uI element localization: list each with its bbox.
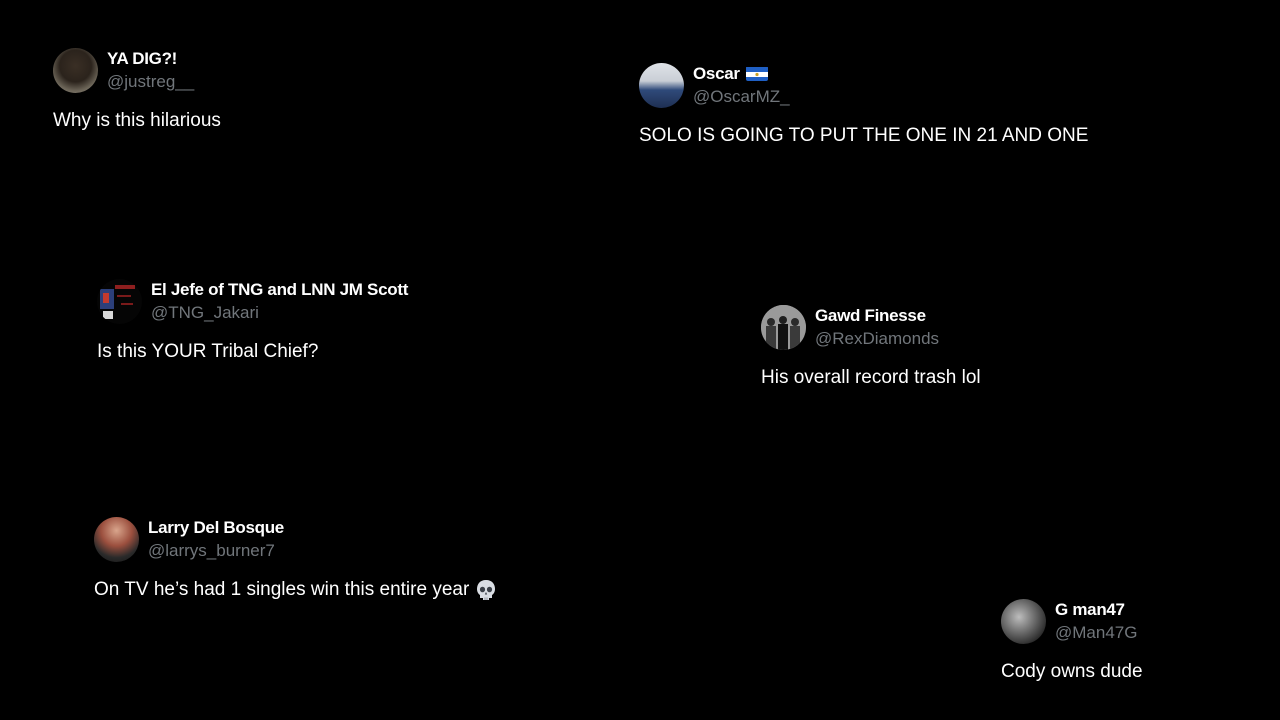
tweet-text-content: His overall record trash lol xyxy=(761,367,981,388)
user-names: YA DIG?! @justreg__ xyxy=(107,47,194,93)
tweet-text-content: SOLO IS GOING TO PUT THE ONE IN 21 AND O… xyxy=(639,125,1089,146)
tweet-card[interactable]: Larry Del Bosque @larrys_burner7 On TV h… xyxy=(94,516,497,601)
tweet-card[interactable]: Oscar @OscarMZ_ SOLO IS GOING TO PUT THE… xyxy=(639,62,1088,147)
user-handle[interactable]: @RexDiamonds xyxy=(815,327,939,350)
user-handle[interactable]: @Man47G xyxy=(1055,621,1137,644)
display-name-row: El Jefe of TNG and LNN JM Scott xyxy=(151,278,408,301)
tweet-text: Cody owns dude xyxy=(1001,661,1143,683)
display-name[interactable]: G man47 xyxy=(1055,598,1125,621)
user-avatar[interactable] xyxy=(761,304,806,350)
tweet-header: Larry Del Bosque @larrys_burner7 xyxy=(94,516,497,562)
user-names: Oscar @OscarMZ_ xyxy=(693,62,790,108)
display-name[interactable]: Larry Del Bosque xyxy=(148,516,284,539)
user-handle[interactable]: @OscarMZ_ xyxy=(693,85,790,108)
tweet-card[interactable]: El Jefe of TNG and LNN JM Scott @TNG_Jak… xyxy=(97,278,408,363)
tweet-card[interactable]: G man47 @Man47G Cody owns dude xyxy=(1001,598,1143,683)
tweet-card[interactable]: Gawd Finesse @RexDiamonds His overall re… xyxy=(761,304,981,389)
tweet-text: His overall record trash lol xyxy=(761,367,981,389)
display-name-row: Larry Del Bosque xyxy=(148,516,284,539)
tweet-header: Oscar @OscarMZ_ xyxy=(639,62,1088,108)
display-name-row: Gawd Finesse xyxy=(815,304,939,327)
user-names: G man47 @Man47G xyxy=(1055,598,1137,644)
tweet-card[interactable]: YA DIG?! @justreg__ Why is this hilariou… xyxy=(53,47,221,132)
skull-emoji-icon xyxy=(475,579,497,601)
tweet-text: SOLO IS GOING TO PUT THE ONE IN 21 AND O… xyxy=(639,125,1088,147)
tweet-text-content: Is this YOUR Tribal Chief? xyxy=(97,341,319,362)
user-avatar[interactable] xyxy=(53,47,98,93)
el-salvador-flag-icon xyxy=(745,66,768,81)
tweet-text: On TV he’s had 1 singles win this entire… xyxy=(94,579,497,601)
display-name[interactable]: Gawd Finesse xyxy=(815,304,926,327)
tweet-text-content: On TV he’s had 1 singles win this entire… xyxy=(94,579,470,600)
user-names: Gawd Finesse @RexDiamonds xyxy=(815,304,939,350)
user-names: Larry Del Bosque @larrys_burner7 xyxy=(148,516,284,562)
tweet-header: El Jefe of TNG and LNN JM Scott @TNG_Jak… xyxy=(97,278,408,324)
tweet-header: Gawd Finesse @RexDiamonds xyxy=(761,304,981,350)
tweet-header: YA DIG?! @justreg__ xyxy=(53,47,221,93)
user-handle[interactable]: @justreg__ xyxy=(107,70,194,93)
display-name-row: G man47 xyxy=(1055,598,1137,621)
tweet-text-content: Why is this hilarious xyxy=(53,110,221,131)
user-avatar[interactable] xyxy=(639,62,684,108)
display-name-row: Oscar xyxy=(693,62,790,85)
display-name[interactable]: Oscar xyxy=(693,62,740,85)
user-avatar[interactable] xyxy=(1001,598,1046,644)
tweet-header: G man47 @Man47G xyxy=(1001,598,1143,644)
user-handle[interactable]: @larrys_burner7 xyxy=(148,539,284,562)
tweet-text: Is this YOUR Tribal Chief? xyxy=(97,341,408,363)
user-names: El Jefe of TNG and LNN JM Scott @TNG_Jak… xyxy=(151,278,408,324)
user-avatar[interactable] xyxy=(94,516,139,562)
display-name[interactable]: YA DIG?! xyxy=(107,47,177,70)
display-name-row: YA DIG?! xyxy=(107,47,194,70)
user-avatar[interactable] xyxy=(97,278,142,324)
tweet-text-content: Cody owns dude xyxy=(1001,661,1143,682)
tweet-text: Why is this hilarious xyxy=(53,110,221,132)
display-name[interactable]: El Jefe of TNG and LNN JM Scott xyxy=(151,278,408,301)
user-handle[interactable]: @TNG_Jakari xyxy=(151,301,408,324)
